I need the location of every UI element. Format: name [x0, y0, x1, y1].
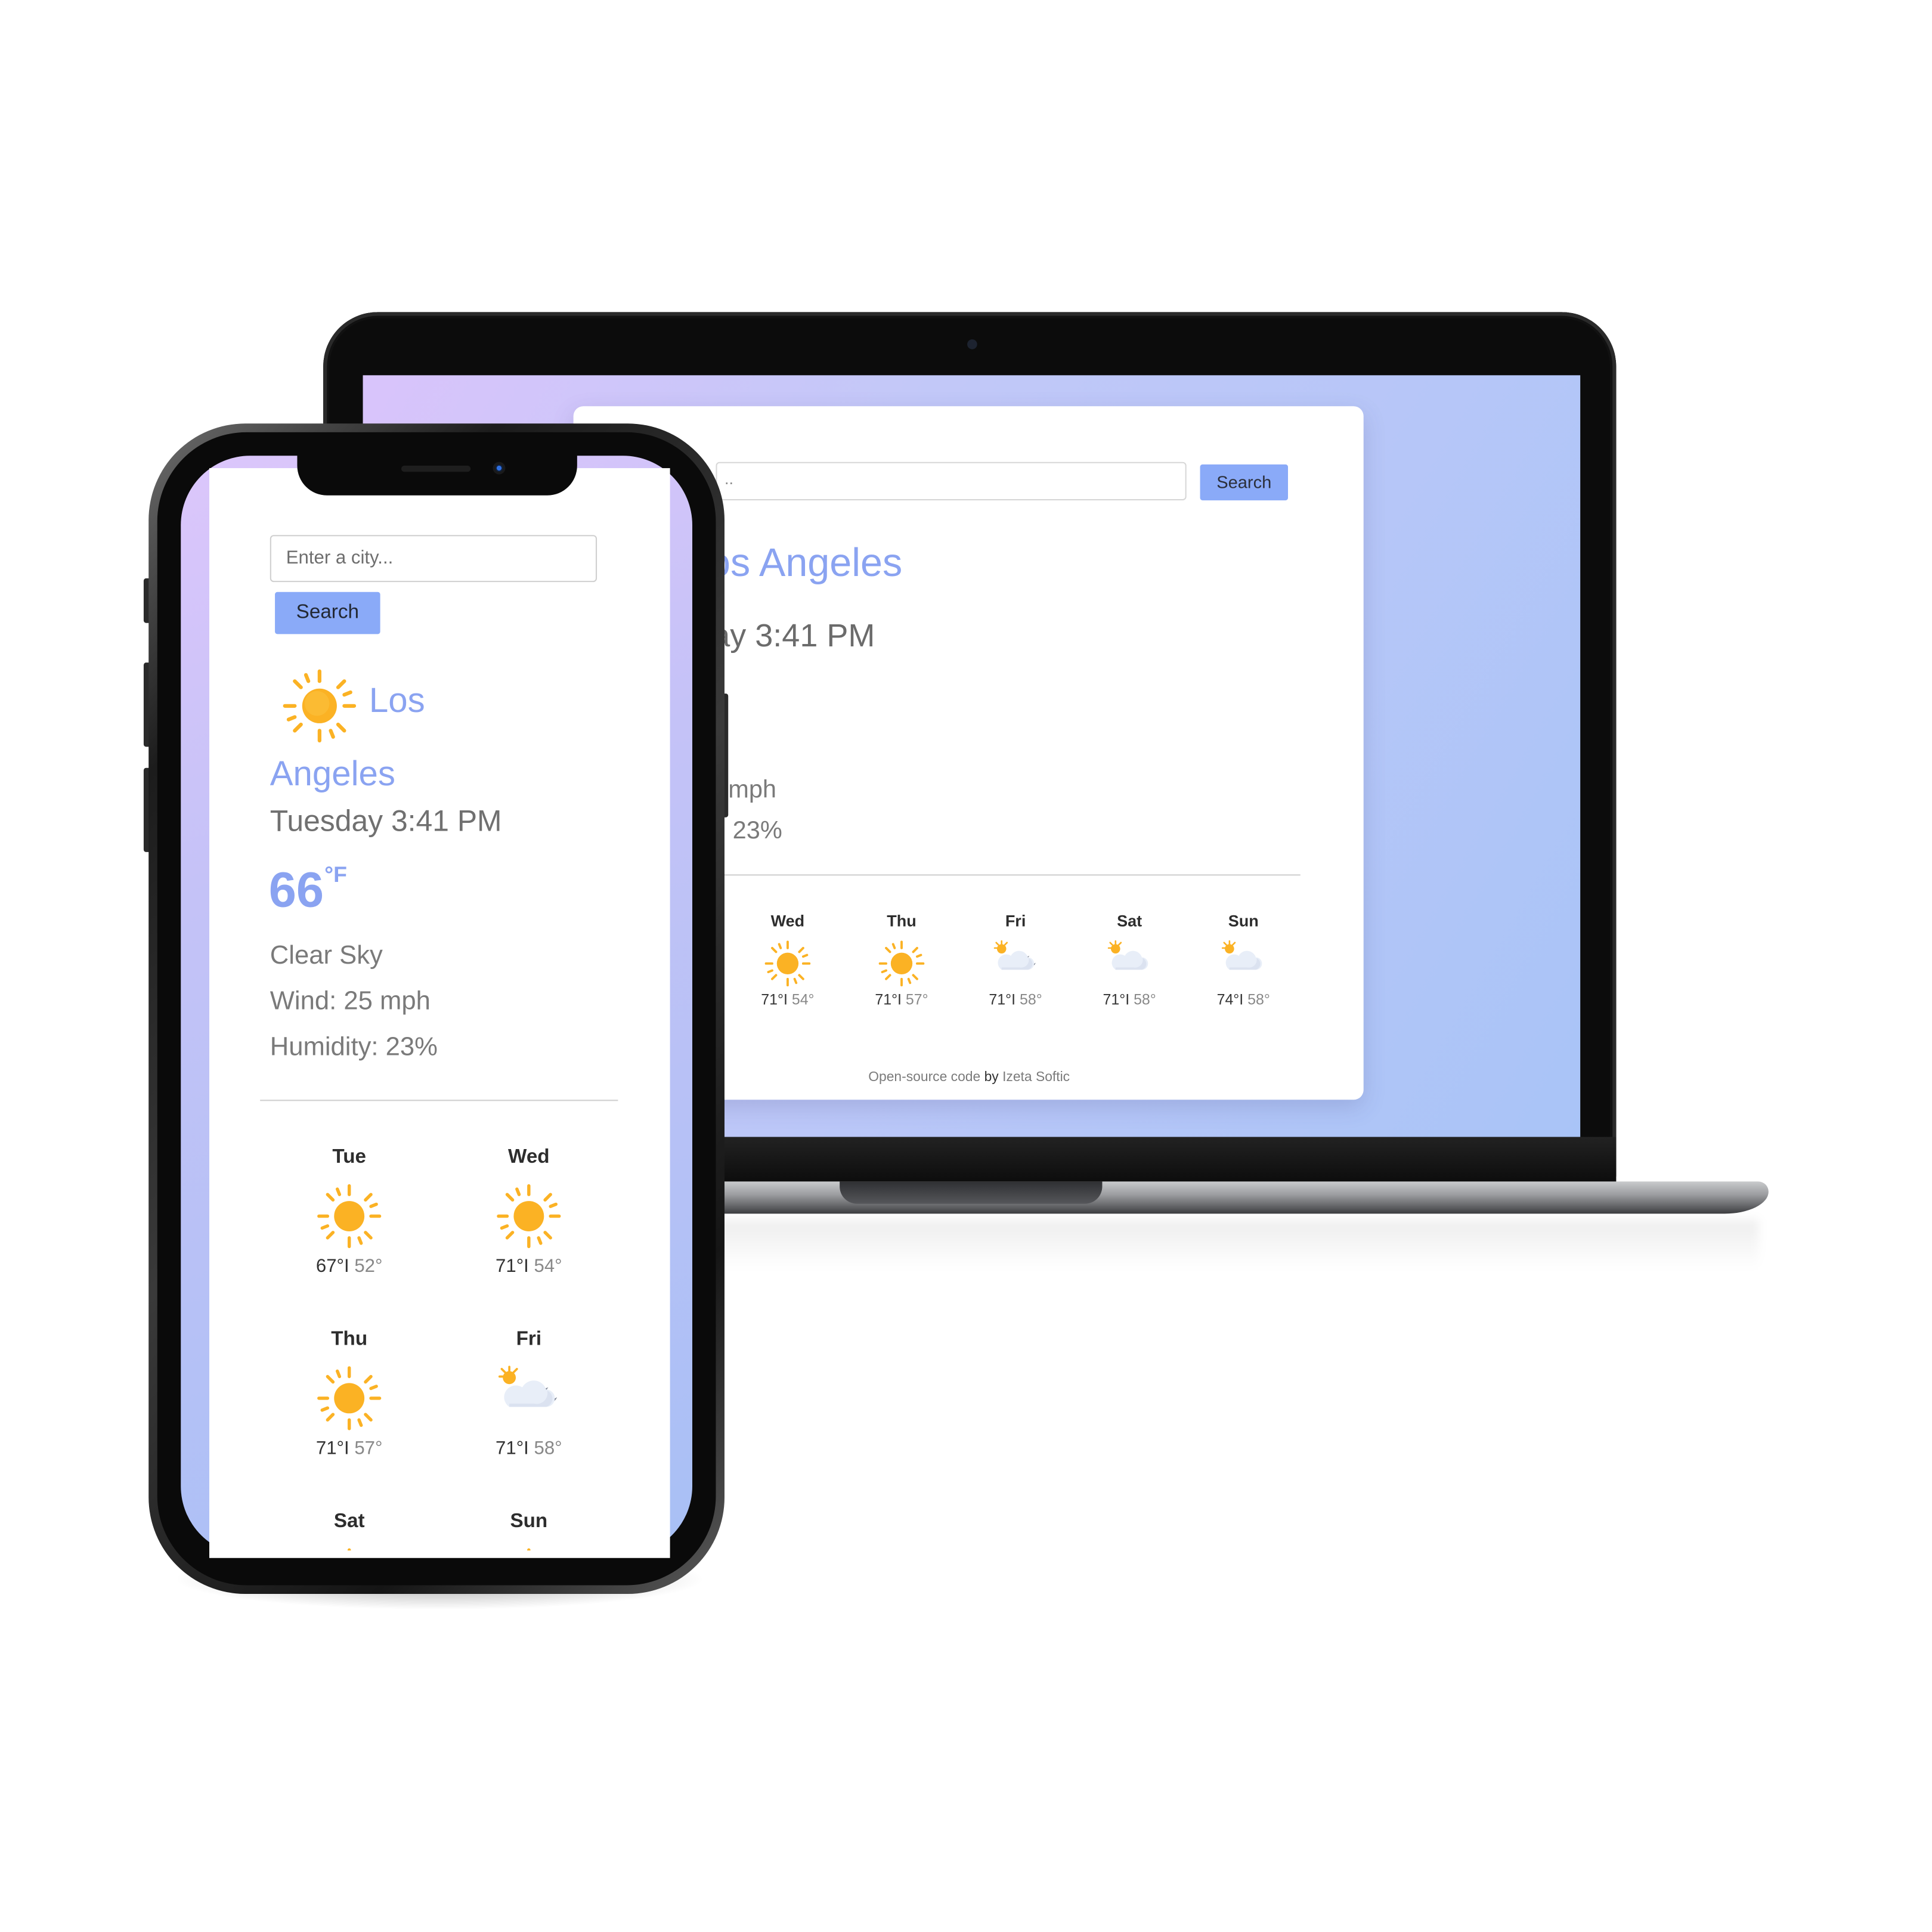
laptop-author-link[interactable]: Izeta Softic — [1002, 1070, 1070, 1085]
forecast-low: 52° — [354, 1256, 383, 1277]
laptop-city-search-input[interactable]: .. — [716, 462, 1187, 501]
phone-notch — [297, 453, 577, 496]
sun-icon — [454, 1538, 603, 1551]
forecast-high: 71° — [989, 990, 1012, 1008]
forecast-day-name: Wed — [508, 1147, 550, 1168]
laptop-search-placeholder: .. — [724, 469, 734, 488]
forecast-temps: 71°I 54° — [496, 1256, 562, 1277]
forecast-high: 71° — [761, 990, 784, 1008]
sun-icon — [275, 1538, 423, 1551]
sun-icon — [275, 1356, 423, 1438]
forecast-temps: 71°I 57° — [875, 990, 928, 1008]
laptop-humidity-value: 23% — [732, 817, 782, 845]
forecast-high: 71° — [875, 990, 898, 1008]
laptop-forecast-day: Wed 71°I 54° — [738, 912, 837, 1008]
phone-temperature-unit[interactable]: °F — [324, 862, 347, 888]
laptop-city-name: os Angeles — [708, 540, 903, 585]
laptop-search-button[interactable]: Search — [1200, 464, 1288, 501]
forecast-day-name: Sat — [1117, 911, 1143, 930]
forecast-low: 57° — [354, 1438, 383, 1459]
sun-icon — [454, 1174, 603, 1256]
phone-city-name-line1: Los — [369, 681, 425, 720]
phone-forecast-day: Tue 67°I 52° — [275, 1147, 423, 1277]
forecast-low: 54° — [791, 990, 815, 1008]
forecast-high: 67° — [315, 1256, 345, 1277]
partly-cloudy-night-icon — [454, 1356, 603, 1438]
forecast-temps: 67°I 52° — [315, 1256, 383, 1277]
forecast-high: 74° — [1216, 990, 1240, 1008]
phone-forecast-day: Fri 71°I 58° — [454, 1329, 603, 1459]
forecast-day-name: Wed — [770, 911, 805, 930]
laptop-forecast-day: Thu 71°I 57° — [852, 912, 951, 1008]
forecast-temps: 71°I 58° — [1103, 990, 1156, 1008]
phone-city-search-input[interactable]: Enter a city... — [270, 535, 597, 583]
phone-search-button[interactable]: Search — [275, 592, 380, 634]
forecast-day-name: Tue — [332, 1147, 366, 1168]
laptop-camera — [967, 339, 977, 349]
forecast-temps: 71°I 54° — [761, 990, 815, 1008]
laptop-date-time: ay 3:41 PM — [712, 617, 875, 654]
laptop-source-link[interactable]: Open-source code — [868, 1070, 980, 1085]
forecast-day-name: Fri — [516, 1329, 542, 1350]
laptop-hinge-notch — [840, 1181, 1103, 1204]
sun-icon — [275, 1174, 423, 1256]
forecast-high: 71° — [496, 1256, 524, 1277]
forecast-high: 71° — [315, 1438, 345, 1459]
forecast-day-name: Sat — [333, 1510, 365, 1532]
laptop-forecast-day: Sun 74°I 58° — [1194, 912, 1293, 1008]
sun-icon — [852, 934, 951, 991]
phone-temperature: 66 — [268, 863, 324, 918]
phone-forecast-day: Wed 71°I 54° — [454, 1147, 603, 1277]
phone-wind: Wind: 25 mph — [270, 987, 431, 1016]
laptop-forecast-day: Sat 71°I 58° — [1080, 912, 1179, 1008]
phone-forecast-day: Sun — [454, 1510, 603, 1551]
forecast-day-name: Sun — [510, 1510, 548, 1532]
forecast-temps: 74°I 58° — [1216, 990, 1270, 1008]
phone-forecast-day: Thu 71°I 57° — [275, 1329, 423, 1459]
phone-description: Clear Sky — [270, 941, 383, 970]
laptop-divider — [720, 874, 1301, 876]
partly-cloudy-night-icon — [966, 934, 1065, 991]
phone-date-time: Tuesday 3:41 PM — [270, 805, 502, 839]
forecast-day-name: Thu — [331, 1329, 368, 1350]
laptop-footer-by: by — [984, 1070, 999, 1085]
forecast-low: 57° — [905, 990, 928, 1008]
phone-humidity: Humidity: 23% — [270, 1033, 438, 1061]
forecast-low: 58° — [1019, 990, 1042, 1008]
sun-icon — [280, 666, 359, 745]
laptop-forecast-day: Fri 71°I 58° — [966, 912, 1065, 1008]
laptop-humidity: :23% — [719, 818, 782, 846]
forecast-temps: 71°I 57° — [315, 1438, 383, 1459]
forecast-temps: 71°I 58° — [496, 1438, 562, 1459]
forecast-high: 71° — [1103, 990, 1126, 1008]
phone-camera-lens — [496, 465, 502, 471]
phone-city-name-line2: Angeles — [270, 754, 395, 793]
forecast-high: 71° — [496, 1438, 524, 1459]
partly-cloudy-icon — [1194, 934, 1293, 991]
forecast-low: 54° — [534, 1256, 562, 1277]
forecast-low: 58° — [1247, 990, 1270, 1008]
phone-forecast-day: Sat — [275, 1510, 423, 1551]
forecast-low: 58° — [1134, 990, 1156, 1008]
laptop-footer: Open-source code by Izeta Softic — [792, 1070, 1145, 1085]
forecast-temps: 71°I 58° — [989, 990, 1042, 1008]
phone-divider — [260, 1100, 618, 1101]
sun-icon — [738, 934, 837, 991]
phone-speaker — [401, 465, 471, 472]
laptop-wind: mph — [728, 776, 777, 804]
forecast-day-name: Fri — [1005, 911, 1026, 930]
partly-cloudy-icon — [1080, 934, 1179, 991]
forecast-day-name: Sun — [1228, 911, 1259, 930]
forecast-low: 58° — [534, 1438, 562, 1459]
forecast-day-name: Thu — [887, 911, 917, 930]
